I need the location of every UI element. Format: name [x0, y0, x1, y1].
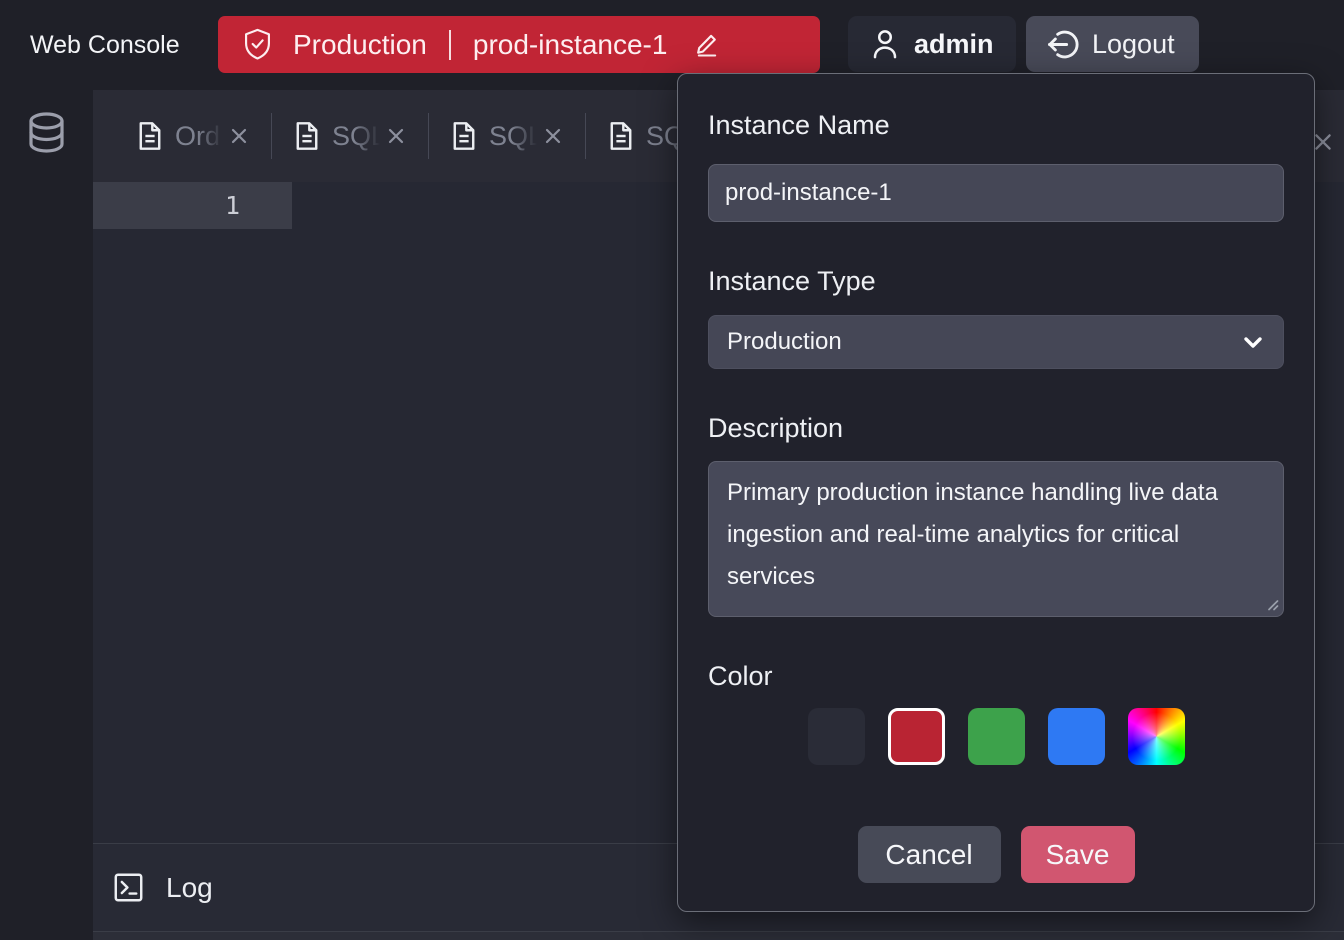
bottom-strip	[93, 931, 1344, 940]
instance-settings-dialog: Instance Name Instance Type Production D…	[677, 73, 1315, 912]
color-label: Color	[708, 659, 1284, 693]
tab-sql-1[interactable]: SQL	[294, 121, 406, 152]
log-panel-label: Log	[166, 872, 213, 904]
terminal-icon	[113, 872, 144, 903]
description-textarea[interactable]: Primary production instance handling liv…	[708, 461, 1284, 617]
resize-handle-icon[interactable]	[1265, 597, 1279, 611]
color-swatch-blue[interactable]	[1048, 708, 1105, 765]
tab-orders[interactable]: Ord	[137, 121, 249, 152]
line-number: 1	[93, 182, 292, 229]
cancel-button[interactable]: Cancel	[858, 826, 1001, 883]
color-swatch-green[interactable]	[968, 708, 1025, 765]
close-icon[interactable]	[543, 126, 563, 146]
close-icon[interactable]	[229, 126, 249, 146]
file-text-icon	[294, 121, 320, 151]
color-swatch-red[interactable]	[888, 708, 945, 765]
tab-separator	[271, 113, 272, 159]
instance-type-value: Production	[727, 328, 842, 356]
app-title: Web Console	[30, 0, 180, 90]
logout-label: Logout	[1092, 29, 1175, 60]
chevron-down-icon	[1241, 330, 1265, 354]
tab-sql-2[interactable]: SQL	[451, 121, 563, 152]
tab-label: SQL	[332, 121, 382, 152]
tab-label: SQL	[489, 121, 539, 152]
environment-name: Production	[293, 29, 427, 61]
edit-pencil-icon[interactable]	[693, 31, 721, 59]
close-icon[interactable]	[386, 126, 406, 146]
instance-type-label: Instance Type	[708, 264, 1284, 298]
dialog-actions: Cancel Save	[708, 826, 1284, 883]
shield-check-icon	[242, 28, 273, 61]
file-text-icon	[608, 121, 634, 151]
file-text-icon	[137, 121, 163, 151]
file-text-icon	[451, 121, 477, 151]
instance-name-input[interactable]	[708, 164, 1284, 222]
description-label: Description	[708, 411, 1284, 445]
instance-name-text: prod-instance-1	[473, 29, 668, 61]
close-icon[interactable]	[1312, 131, 1334, 153]
editor-gutter-active-line: 1	[93, 182, 292, 229]
database-icon[interactable]	[26, 112, 67, 158]
environment-badge[interactable]: Production prod-instance-1	[218, 16, 820, 73]
tab-separator	[585, 113, 586, 159]
logout-icon	[1046, 28, 1079, 61]
description-field-wrap: Primary production instance handling liv…	[708, 461, 1284, 617]
tab-separator	[428, 113, 429, 159]
username: admin	[914, 29, 994, 60]
user-icon	[870, 27, 900, 61]
color-swatch-rainbow[interactable]	[1128, 708, 1185, 765]
web-console-app: Web Console Production prod-instance-1	[0, 0, 1344, 940]
instance-name-label: Instance Name	[708, 108, 1284, 142]
logout-button[interactable]: Logout	[1026, 16, 1199, 72]
tab-label: Ord	[175, 121, 225, 152]
instance-type-select[interactable]: Production	[708, 315, 1284, 369]
color-swatch-row	[708, 708, 1284, 765]
save-button[interactable]: Save	[1021, 826, 1135, 883]
user-chip: admin	[848, 16, 1016, 72]
sidebar	[0, 90, 93, 940]
badge-divider	[449, 30, 451, 60]
color-swatch-default[interactable]	[808, 708, 865, 765]
